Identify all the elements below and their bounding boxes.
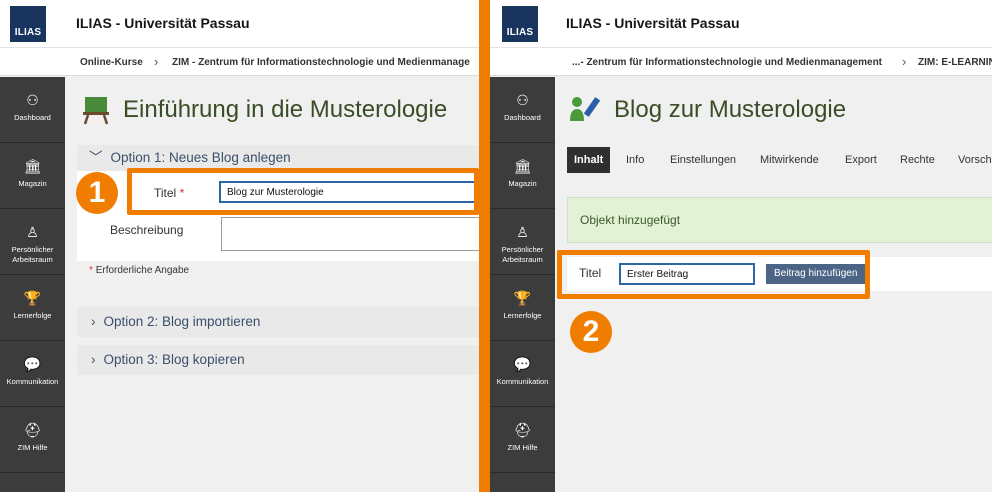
mainbar-label: Dashboard [504,113,541,122]
mainbar-label: Magazin [508,179,537,188]
breadcrumb-item[interactable]: ZIM: E-LEARNIN [918,57,992,68]
header: ILIAS ILIAS - Universität Passau [0,0,479,48]
chevron-right-icon: › [91,352,96,367]
breadcrumb: ...- Zentrum für Informationstechnologie… [490,48,992,76]
mainbar-label: Lernerfolge [503,311,542,320]
header: ILIAS ILIAS - Universität Passau [490,0,992,48]
mainbar-item-workspace[interactable]: ♙ Persönlicher Arbeitsraum [490,209,555,275]
mainbar-label: Persönlicher Arbeitsraum [501,245,544,264]
highlight-frame [557,250,870,299]
mainbar-item-communication[interactable]: 💬 Kommunikation [490,341,555,407]
mainbar-item-workspace[interactable]: ♙ Persönlicher Arbeitsraum [0,209,65,275]
chevron-down-icon: ﹀ [89,150,103,165]
building-icon: 🏛 [513,158,532,174]
step-badge: 1 [76,172,118,214]
mainbar-item-achievements[interactable]: 🏆 Lernerfolge [0,275,65,341]
mainbar-label: Persönlicher Arbeitsraum [11,245,54,264]
chevron-right-icon: › [154,54,159,69]
option3-header[interactable]: › Option 3: Blog kopieren [77,345,479,375]
tab-export[interactable]: Export [838,147,884,173]
divider [479,0,490,492]
mainbar-item-communication[interactable]: 💬 Kommunikation [0,341,65,407]
mainbar-item-dashboard[interactable]: ⚇ Dashboard [0,77,65,143]
mainbar-label: Dashboard [14,113,51,122]
dashboard-icon: ⚇ [26,92,39,108]
right-panel: ILIAS ILIAS - Universität Passau ...- Ze… [490,0,992,492]
content-area: Einführung in die Musterologie ﹀ Option 1… [65,77,479,492]
trophy-icon: 🏆 [513,290,532,306]
trophy-icon: 🏆 [23,290,42,306]
course-icon [83,95,109,130]
step-badge: 2 [570,311,612,353]
mainbar-label: Kommunikation [496,377,549,386]
chat-icon: 💬 [513,356,532,372]
mainbar-label: Kommunikation [6,377,59,386]
mainbar-item-magazin[interactable]: 🏛 Magazin [0,143,65,209]
mainbar-item-achievements[interactable]: 🏆 Lernerfolge [490,275,555,341]
mainbar: ⚇ Dashboard 🏛 Magazin ♙ Persönlicher Arb… [490,77,555,492]
page-title: Blog zur Musterologie [614,96,847,123]
blog-icon [569,95,601,128]
mainbar-item-help[interactable]: ⛑ ZIM Hilfe [0,407,65,473]
description-textarea[interactable] [221,217,479,251]
user-icon: ♙ [516,224,529,240]
mainbar: ⚇ Dashboard 🏛 Magazin ♙ Persönlicher Arb… [0,77,65,492]
chevron-right-icon: › [91,314,96,329]
required-note: * Erforderliche Angabe [89,265,190,276]
chat-icon: 💬 [23,356,42,372]
mainbar-label: ZIM Hilfe [507,443,538,452]
breadcrumb-item[interactable]: ZIM - Zentrum für Informationstechnologi… [172,57,470,68]
breadcrumb-item[interactable]: ...- Zentrum für Informationstechnologie… [572,57,882,68]
mainbar-item-help[interactable]: ⛑ ZIM Hilfe [490,407,555,473]
tab-rechte[interactable]: Rechte [893,147,942,173]
option2-label: Option 2: Blog importieren [103,314,261,329]
site-title: ILIAS - Universität Passau [566,15,740,31]
ilias-logo[interactable]: ILIAS [10,6,46,42]
tab-inhalt[interactable]: Inhalt [567,147,611,173]
chevron-right-icon: › [902,54,907,69]
mainbar-label: Magazin [18,179,47,188]
tab-mitwirkende[interactable]: Mitwirkende [753,147,826,173]
breadcrumb-item[interactable]: Online-Kurse [80,57,143,68]
screenshot-stage: ILIAS ILIAS - Universität Passau Online-… [0,0,992,492]
option2-header[interactable]: › Option 2: Blog importieren [77,307,479,337]
user-icon: ♙ [26,224,39,240]
tab-vorschau[interactable]: Vorsch [951,147,992,173]
highlight-frame [127,168,479,215]
page-title: Einführung in die Musterologie [123,96,448,123]
building-icon: 🏛 [23,158,42,174]
lifebuoy-icon: ⛑ [23,422,42,438]
mainbar-item-magazin[interactable]: 🏛 Magazin [490,143,555,209]
tab-einstellungen[interactable]: Einstellungen [663,147,743,173]
site-title: ILIAS - Universität Passau [76,15,250,31]
ilias-logo[interactable]: ILIAS [502,6,538,42]
breadcrumb: Online-Kurse › ZIM - Zentrum für Informa… [0,48,479,76]
description-label: Beschreibung [110,223,184,237]
option3-label: Option 3: Blog kopieren [103,352,245,367]
lifebuoy-icon: ⛑ [513,422,532,438]
tab-info[interactable]: Info [619,147,651,173]
mainbar-item-dashboard[interactable]: ⚇ Dashboard [490,77,555,143]
mainbar-label: ZIM Hilfe [17,443,48,452]
mainbar-label: Lernerfolge [13,311,52,320]
option1-label: Option 1: Neues Blog anlegen [110,150,291,165]
dashboard-icon: ⚇ [516,92,529,108]
success-message: Objekt hinzugefügt [567,197,992,243]
left-panel: ILIAS ILIAS - Universität Passau Online-… [0,0,479,492]
